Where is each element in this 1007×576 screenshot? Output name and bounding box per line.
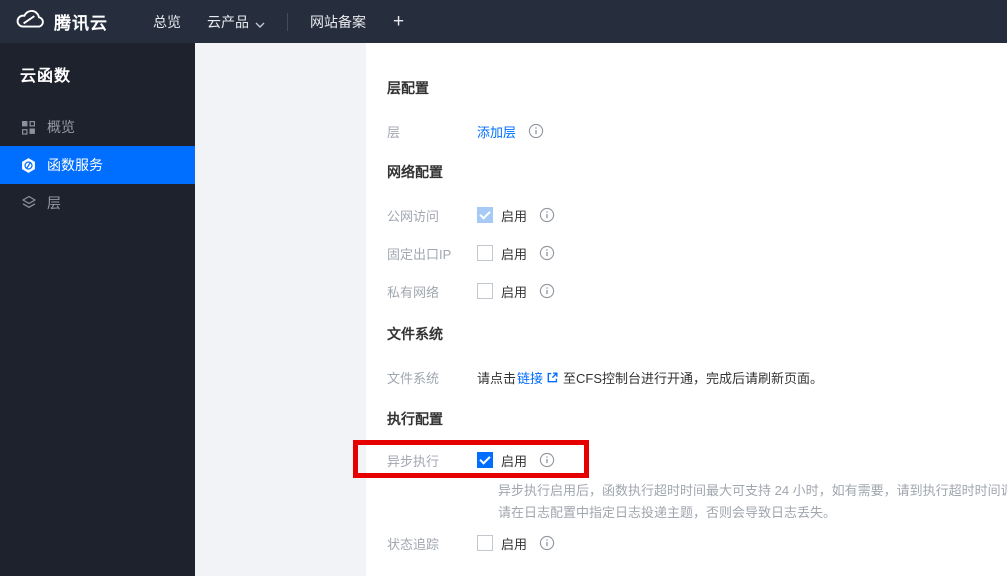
enable-label: 启用 [501,284,528,300]
sidebar: 云函数 概览 函数服务 层 [0,43,195,576]
enable-label: 启用 [501,208,528,224]
enable-label: 启用 [501,246,528,262]
info-icon[interactable] [528,123,544,139]
enable-label: 启用 [501,536,528,552]
info-icon[interactable] [539,245,555,261]
nav-divider [287,12,288,31]
fixed-outbound-ip-label: 固定出口IP [387,246,452,262]
async-execution-checkbox[interactable] [477,452,493,468]
status-tracking-label: 状态追踪 [387,536,440,552]
fs-text-after: 至CFS控制台进行开通，完成后请刷新页面。 [563,370,824,386]
private-network-checkbox[interactable] [477,283,493,299]
form-row-file-system: 文件系统 请点击 链接 至CFS控制台进行开通，完成后请刷新页面。 [387,358,1007,396]
private-network-label: 私有网络 [387,284,440,300]
info-icon[interactable] [539,283,555,299]
nav-icp-filing[interactable]: 网站备案 [297,0,379,43]
sidebar-item-label: 函数服务 [47,157,103,173]
layers-icon [20,195,37,212]
section-title-network-config: 网络配置 [387,164,443,180]
sidebar-item-overview[interactable]: 概览 [0,108,195,146]
cfs-link[interactable]: 链接 [517,368,543,387]
section-title-layer-config: 层配置 [387,80,429,96]
fs-text-before: 请点击 [477,370,517,386]
sidebar-item-function-service[interactable]: 函数服务 [0,146,195,184]
add-layer-link[interactable]: 添加层 [477,122,516,141]
nav-icp-label: 网站备案 [310,13,366,30]
fixed-outbound-ip-checkbox[interactable] [477,245,493,261]
helper-line-2: 请在日志配置中指定日志投递主题，否则会导致日志丢失。 [498,505,837,520]
topbar-nav: 总览 云产品 网站备案 + [140,0,418,43]
form-row-private-network: 私有网络 启用 [387,272,1007,310]
page: 腾讯云 总览 云产品 网站备案 + 云函数 概览 函数服务 层 层配置 层 添加… [0,0,1007,576]
secondary-panel [195,43,366,576]
nav-add-tab-button[interactable]: + [379,0,418,43]
form-row-fixed-outbound-ip: 固定出口IP 启用 [387,234,1007,272]
nav-overview[interactable]: 总览 [140,0,194,43]
sidebar-item-label: 层 [47,195,61,211]
async-execution-helper-text: 异步执行启用后，函数执行超时时间最大可支持 24 小时，如有需要，请到执行超时时… [498,480,1007,524]
status-tracking-checkbox[interactable] [477,535,493,551]
layer-label: 层 [387,124,401,140]
async-execution-label: 异步执行 [387,453,440,469]
cloud-logo-icon [14,8,46,36]
info-icon[interactable] [539,207,555,223]
form-row-status-tracking: 状态追踪 启用 [387,524,1007,562]
nav-cloud-products[interactable]: 云产品 [194,0,278,43]
settings-form: 层配置 层 添加层 网络配置 公网访问 启用 固定出口IP 启用 私有网络 启用… [366,43,1007,576]
public-access-checkbox [477,207,493,223]
function-service-icon [20,157,37,174]
file-system-label: 文件系统 [387,370,440,386]
sidebar-item-label: 概览 [47,119,75,135]
enable-label: 启用 [501,453,528,469]
nav-products-label: 云产品 [207,13,249,30]
nav-overview-label: 总览 [153,13,181,30]
plus-icon: + [393,10,405,32]
section-title-file-system: 文件系统 [387,326,443,342]
grid-icon [20,119,37,136]
topbar: 腾讯云 总览 云产品 网站备案 + [0,0,1007,43]
external-link-icon[interactable] [546,371,559,384]
form-row-async-execution: 异步执行 启用 [387,441,1007,479]
sidebar-menu: 概览 函数服务 层 [0,108,195,222]
logo-title: 腾讯云 [54,14,108,33]
public-access-label: 公网访问 [387,208,440,224]
sidebar-item-layers[interactable]: 层 [0,184,195,222]
info-icon[interactable] [539,452,555,468]
form-row-public-access: 公网访问 启用 [387,196,1007,234]
chevron-down-icon [255,15,265,31]
form-row-layer: 层 添加层 [387,112,1007,150]
helper-line-1: 异步执行启用后，函数执行超时时间最大可支持 24 小时，如有需要，请到执行超时时… [498,483,1007,498]
sidebar-title: 云函数 [20,68,72,85]
section-title-execution-config: 执行配置 [387,411,443,427]
info-icon[interactable] [539,535,555,551]
tencent-cloud-logo[interactable]: 腾讯云 [14,8,108,36]
